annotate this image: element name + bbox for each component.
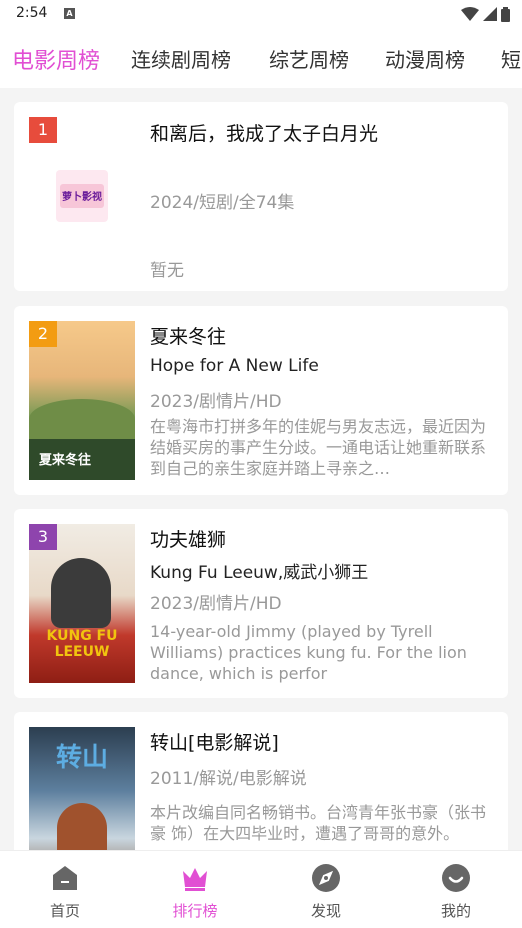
tab-anime-weekly[interactable]: 动漫周榜: [385, 44, 465, 73]
category-tabs: 电影周榜 连续剧周榜 综艺周榜 动漫周榜 短: [0, 28, 522, 88]
nav-home[interactable]: 首页: [0, 851, 130, 928]
tab-series-weekly[interactable]: 连续剧周榜: [131, 44, 231, 73]
item-subtitle: Hope for A New Life: [150, 356, 319, 376]
item-title: 转山[电影解说]: [150, 732, 279, 754]
item-desc: 14-year-old Jimmy (played by Tyrell Will…: [150, 622, 467, 683]
poster-title: 夏来冬往: [39, 453, 92, 468]
nav-label: 排行榜: [172, 902, 218, 920]
item-desc: 在粤海市打拼多年的佳妮与男友志远，最近因为结婚买房的事产生分歧。一通电话让她重新…: [150, 417, 487, 478]
battery-icon: [501, 6, 510, 22]
poster-image: 转山: [29, 727, 135, 850]
poster-title: 转山: [55, 743, 108, 773]
item-info: 2011/解说/电影解说: [150, 769, 307, 789]
rank-badge: 1: [29, 117, 57, 143]
tab-variety-weekly[interactable]: 综艺周榜: [269, 44, 349, 73]
notification-icon: A: [64, 8, 75, 19]
logo-image: 萝卜影视: [56, 170, 108, 222]
item-info: 2023/剧情片/HD: [150, 392, 282, 412]
logo-text: 萝卜影视: [62, 192, 102, 203]
list-item[interactable]: 转山 转山[电影解说] 2011/解说/电影解说 本片改编自同名畅销书。台湾青年…: [14, 712, 508, 850]
discover-icon: [312, 864, 340, 892]
profile-icon: [442, 864, 470, 892]
signal-icon: [483, 7, 497, 21]
item-info: 2024/短剧/全74集: [150, 193, 295, 213]
nav-discover[interactable]: 发现: [261, 851, 391, 928]
tab-short-weekly[interactable]: 短: [501, 44, 521, 73]
rank-badge: 3: [29, 524, 57, 550]
status-time: 2:54: [16, 5, 48, 21]
item-title: 和离后，我成了太子白月光: [150, 123, 379, 145]
nav-profile[interactable]: 我的: [391, 851, 521, 928]
list-item[interactable]: KUNG FU LEEUW 3 功夫雄狮 Kung Fu Leeuw,威武小狮王…: [14, 509, 508, 698]
nav-label: 首页: [49, 902, 80, 920]
ranking-list[interactable]: 1 萝卜影视 和离后，我成了太子白月光 2024/短剧/全74集 暂无 夏来冬往…: [0, 88, 522, 850]
item-desc: 本片改编自同名畅销书。台湾青年张书豪（张书豪 饰）在大四毕业时，遭遇了哥哥的意外…: [150, 803, 487, 843]
status-bar: 2:54 A: [0, 0, 522, 28]
poster-title: KUNG FU LEEUW: [46, 628, 118, 660]
tab-movie-weekly[interactable]: 电影周榜: [12, 43, 100, 75]
status-icons: [461, 6, 510, 22]
nav-ranking[interactable]: 排行榜: [130, 851, 260, 928]
list-item[interactable]: 1 萝卜影视 和离后，我成了太子白月光 2024/短剧/全74集 暂无: [14, 102, 508, 291]
crown-icon: [183, 868, 207, 891]
nav-label: 我的: [440, 902, 471, 920]
item-info: 2023/剧情片/HD: [150, 594, 282, 614]
home-icon: [53, 866, 77, 890]
rank-badge: 2: [29, 321, 57, 347]
wifi-icon: [461, 7, 479, 21]
item-desc: 暂无: [150, 261, 184, 281]
item-title: 功夫雄狮: [150, 529, 227, 551]
item-subtitle: Kung Fu Leeuw,威武小狮王: [150, 563, 369, 583]
bottom-nav: 首页 排行榜 发现 我的: [0, 850, 522, 928]
nav-label: 发现: [310, 902, 341, 920]
list-item[interactable]: 夏来冬往 2 夏来冬往 Hope for A New Life 2023/剧情片…: [14, 306, 508, 495]
item-title: 夏来冬往: [150, 326, 227, 348]
